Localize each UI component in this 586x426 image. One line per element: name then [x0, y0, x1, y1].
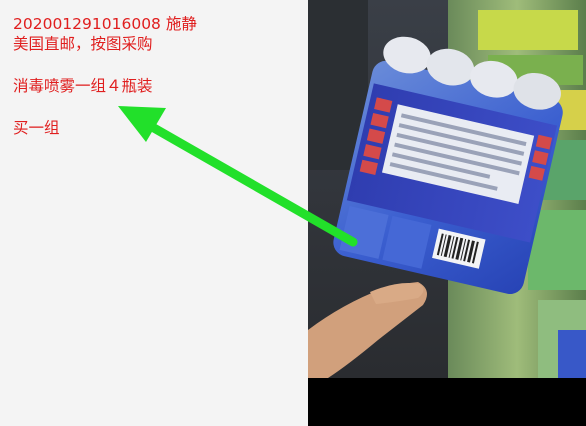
green-arrow-icon — [118, 106, 358, 247]
